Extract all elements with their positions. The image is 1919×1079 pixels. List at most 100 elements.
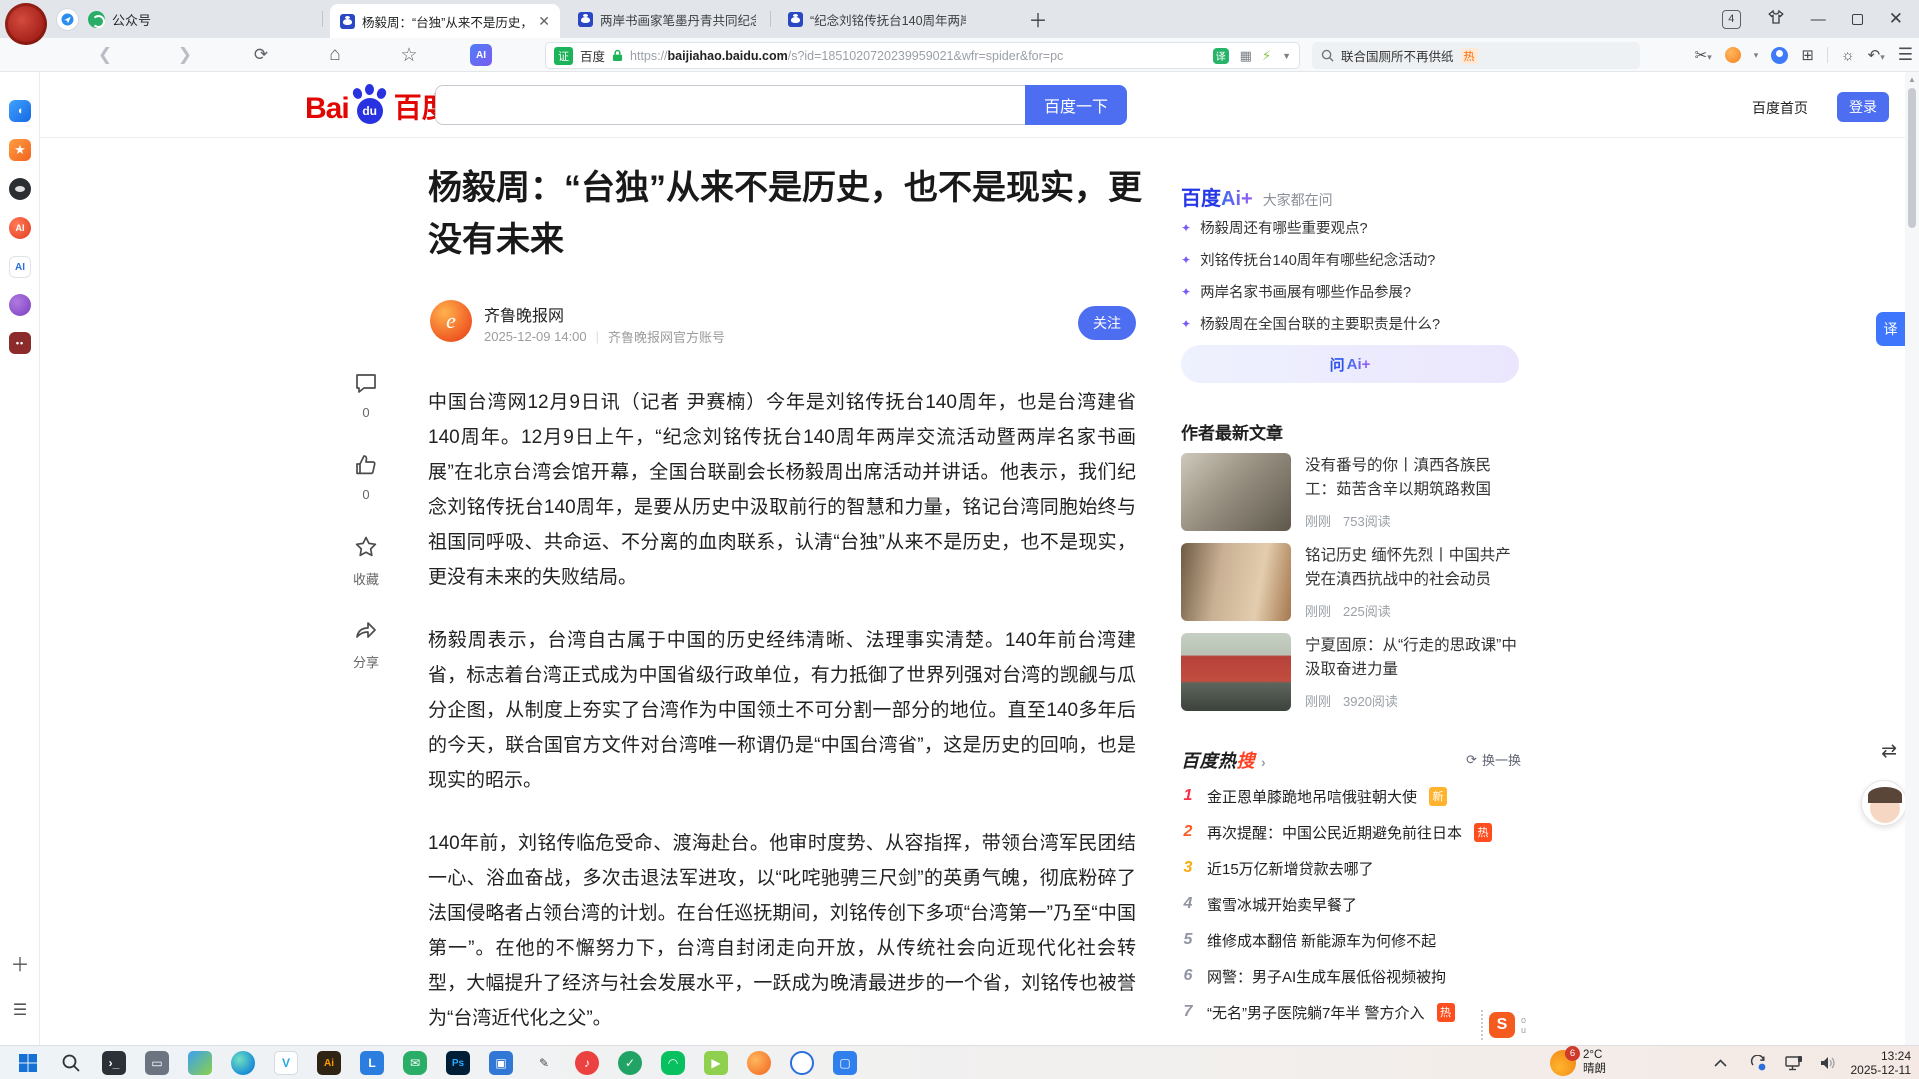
game-pet-icon[interactable] [1725,47,1741,63]
follow-button[interactable]: 关注 [1078,306,1136,340]
baidu-search-button[interactable]: 百度一下 [1025,85,1127,125]
back-icon[interactable]: ❮ [92,38,118,72]
tab-shuhua[interactable]: 两岸书画家笔墨丹青共同纪念刘 [568,0,766,38]
share-action[interactable]: 分享 [346,617,386,671]
taskbar-illustrator-icon[interactable]: Ai [317,1051,341,1075]
speed-flash-icon[interactable]: ⚡ [1262,48,1271,64]
taskbar-photos-icon[interactable] [188,1051,212,1075]
screenshot-scissors-icon[interactable]: ✂▾ [1695,46,1712,64]
translate-page-icon[interactable]: 译 [1213,48,1229,64]
taskbar-check-app-icon[interactable]: ✓ [618,1051,642,1075]
author-article-card[interactable]: 铭记历史 缅怀先烈丨中国共产党在滇西抗战中的社会动员 刚刚225阅读 [1181,543,1521,623]
scroll-up-arrow[interactable]: ▲ [1908,75,1916,84]
baidu-logo[interactable]: Bai du 百度 [305,84,450,126]
minimize-icon[interactable]: — [1811,11,1826,28]
ai-question[interactable]: ✦ 刘铭传抚台140周年有哪些纪念活动? [1181,249,1435,270]
hot-search-item[interactable]: 2再次提醒：中国公民近期避免前往日本热 [1181,820,1521,844]
author-avatar[interactable]: e [430,300,472,342]
sidebar-ai-blue-icon[interactable]: AI [9,256,31,278]
taskbar-console-icon[interactable]: ›_ [102,1051,126,1075]
bookmark-star-icon[interactable]: ☆ [396,38,422,72]
taskbar-wechat-icon[interactable]: ✉ [403,1051,427,1075]
close-tab-icon[interactable]: ✕ [538,13,550,30]
ai-question[interactable]: ✦ 杨毅周还有哪些重要观点? [1181,217,1368,238]
hot-search-item[interactable]: 7“无名”男子医院躺7年半 警方介入热 [1181,1000,1521,1024]
taskbar-photoshop-icon[interactable]: Ps [446,1051,470,1075]
login-button[interactable]: 登录 [1837,92,1889,122]
windows-start-icon[interactable] [16,1051,40,1075]
taskbar-pencil-icon[interactable]: ✎ [532,1051,556,1075]
ask-ai-button[interactable]: 问Ai+ [1181,345,1519,383]
baidu-home-link[interactable]: 百度首页 [1752,98,1808,118]
tab-jinian[interactable]: “纪念刘铭传抚台140周年两岸交 [778,0,976,38]
taskbar-clock[interactable]: 13:24 2025-12-11 [1851,1049,1912,1077]
theme-shirt-icon[interactable] [1767,8,1785,31]
tab-article-active[interactable]: 杨毅周：“台独”从来不是历史， ✕ [330,4,560,38]
new-tab-button[interactable]: ＋ [1026,7,1050,31]
undo-closed-tab-icon[interactable]: ↶▾ [1868,46,1885,64]
floating-assistant-avatar[interactable] [1861,780,1907,826]
toolbar-search-box[interactable]: 联合国厕所不再供纸 热 [1312,42,1640,69]
hot-search-item[interactable]: 4蜜雪冰城开始卖早餐了 [1181,892,1521,916]
tray-sync-icon[interactable] [1750,1046,1767,1079]
scrollbar-thumb[interactable] [1908,88,1916,228]
forward-icon[interactable]: ❯ [172,38,198,72]
sidebar-grape-icon[interactable] [9,294,31,316]
taskbar-l-app-icon[interactable]: L [360,1051,384,1075]
tab-count-badge[interactable]: 4 [1722,10,1741,29]
favorite-action[interactable]: 收藏 [346,534,386,588]
author-article-card[interactable]: 没有番号的你丨滇西各族民工：茹苦含辛以期筑路救国 刚刚753阅读 [1181,453,1521,533]
sidebar-paw-icon[interactable] [9,178,31,200]
taskbar-music-icon[interactable]: ♪ [575,1051,599,1075]
account-icon[interactable] [1771,47,1788,64]
taskbar-window-app-icon[interactable]: ▢ [833,1051,857,1075]
taskbar-search-icon[interactable] [59,1051,83,1075]
hot-search-item[interactable]: 3近15万亿新增贷款去哪了 [1181,856,1521,880]
sidebar-ai-red-icon[interactable]: AI [9,217,31,239]
taskbar-wechat-work-icon[interactable]: ◠ [661,1051,685,1075]
sidebar-add-button[interactable]: ＋ [0,950,40,977]
hot-search-item[interactable]: 6网警：男子AI生成车展低俗视频被拘 [1181,964,1521,988]
taskbar-monitor-icon[interactable]: ▭ [145,1051,169,1075]
hot-search-logo[interactable]: 百度热搜› [1181,751,1266,771]
ai-question[interactable]: ✦ 两岸名家书画展有哪些作品参展? [1181,281,1411,302]
maximize-icon[interactable] [1852,14,1863,25]
taskbar-edge-icon[interactable] [231,1051,255,1075]
tray-volume-icon[interactable] [1820,1046,1837,1079]
hot-search-item[interactable]: 1金正恩单膝跪地吊唁俄驻朝大使新 [1181,784,1521,808]
taskbar-video-app-icon[interactable]: ▶ [704,1051,728,1075]
comment-action[interactable]: 0 [346,370,386,420]
display-settings-icon[interactable]: ☼ [1841,47,1855,64]
page-scrollbar[interactable]: ▲ [1905,72,1919,1045]
hot-search-item[interactable]: 5维修成本翻倍 新能源车为何修不起 [1181,928,1521,952]
sidebar-favorites-star-icon[interactable]: ★ [9,139,31,161]
url-bar[interactable]: 证 百度 https://baijiahao.baidu.com/s?id=18… [545,42,1300,69]
taskbar-v-app-icon[interactable]: V [274,1051,298,1075]
author-article-card[interactable]: 宁夏固原：从“行走的思政课”中汲取奋进力量 刚刚3920阅读 [1181,633,1521,713]
close-window-icon[interactable]: ✕ [1889,9,1903,29]
baidu-search-input[interactable] [435,85,1025,125]
qr-code-icon[interactable]: ▦ [1240,48,1251,64]
sidebar-list-button[interactable]: ☰ [0,1000,40,1020]
sidebar-chat-icon[interactable]: ◖ [9,100,31,122]
ai-assistant-icon[interactable]: AI [470,44,492,66]
menu-icon[interactable]: ☰ [1898,45,1913,65]
home-icon[interactable]: ⌂ [322,38,348,72]
tab-gongzhonghao[interactable]: 公众号 [88,0,151,38]
floating-exchange-icon[interactable]: ⇄ [1881,740,1897,763]
taskbar-screenshare-icon[interactable]: ▣ [489,1051,513,1075]
hot-refresh-button[interactable]: ⟳换一换 [1466,750,1521,769]
sidebar-game-icon[interactable] [9,332,31,354]
like-action[interactable]: 0 [346,452,386,502]
ai-question[interactable]: ✦ 杨毅周在全国台联的主要职责是什么? [1181,313,1440,334]
browser-user-avatar[interactable] [5,3,47,45]
chevron-down-icon[interactable]: ▼ [1282,51,1291,61]
nav-send-button[interactable] [56,8,79,31]
taskbar-circle-app-icon[interactable] [790,1051,814,1075]
refresh-icon[interactable]: ⟳ [248,38,274,72]
taskbar-firefox-icon[interactable] [747,1051,771,1075]
floating-translate-button[interactable]: 译 [1876,312,1905,346]
tray-chevron-up-icon[interactable] [1714,1046,1727,1079]
tray-network-icon[interactable] [1785,1046,1803,1079]
taskbar-weather[interactable]: 6 2°C 晴朗 [1550,1049,1606,1076]
